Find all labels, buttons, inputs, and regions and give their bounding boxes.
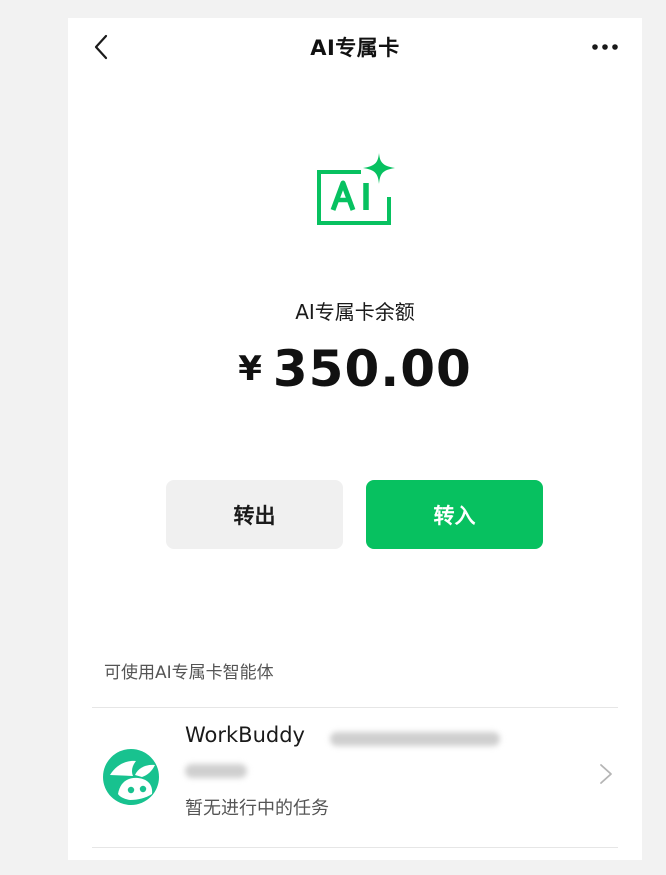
currency-symbol: ¥ bbox=[238, 349, 263, 389]
page-title: AI专属卡 bbox=[310, 36, 400, 60]
agent-name: WorkBuddy bbox=[185, 723, 305, 747]
chevron-right-icon bbox=[598, 760, 614, 788]
avatar bbox=[102, 748, 160, 806]
balance-label: AI专属卡余额 bbox=[295, 300, 415, 324]
redacted-account-id-continued bbox=[185, 764, 247, 778]
more-icon bbox=[592, 44, 618, 50]
balance-value: 350.00 bbox=[272, 340, 472, 398]
app-screen: AI专属卡 AI专属卡余额 ¥350.00 转出 转入 可使用AI专属卡智能体 bbox=[68, 18, 642, 860]
transfer-in-button[interactable]: 转入 bbox=[366, 480, 543, 549]
transfer-out-button[interactable]: 转出 bbox=[166, 480, 343, 549]
agents-section-title: 可使用AI专属卡智能体 bbox=[104, 663, 274, 683]
list-item-workbuddy[interactable]: WorkBuddy 暂无进行中的任务 bbox=[92, 708, 618, 848]
balance-amount: ¥350.00 bbox=[68, 340, 642, 398]
workbuddy-avatar-icon bbox=[103, 749, 159, 805]
divider bbox=[92, 847, 618, 848]
redacted-account-id bbox=[330, 732, 500, 746]
ai-card-logo bbox=[317, 151, 399, 229]
nav-bar: AI专属卡 bbox=[68, 18, 642, 76]
agent-status: 暂无进行中的任务 bbox=[185, 798, 329, 819]
ai-sparkle-icon bbox=[317, 153, 395, 225]
more-button[interactable] bbox=[590, 32, 620, 62]
